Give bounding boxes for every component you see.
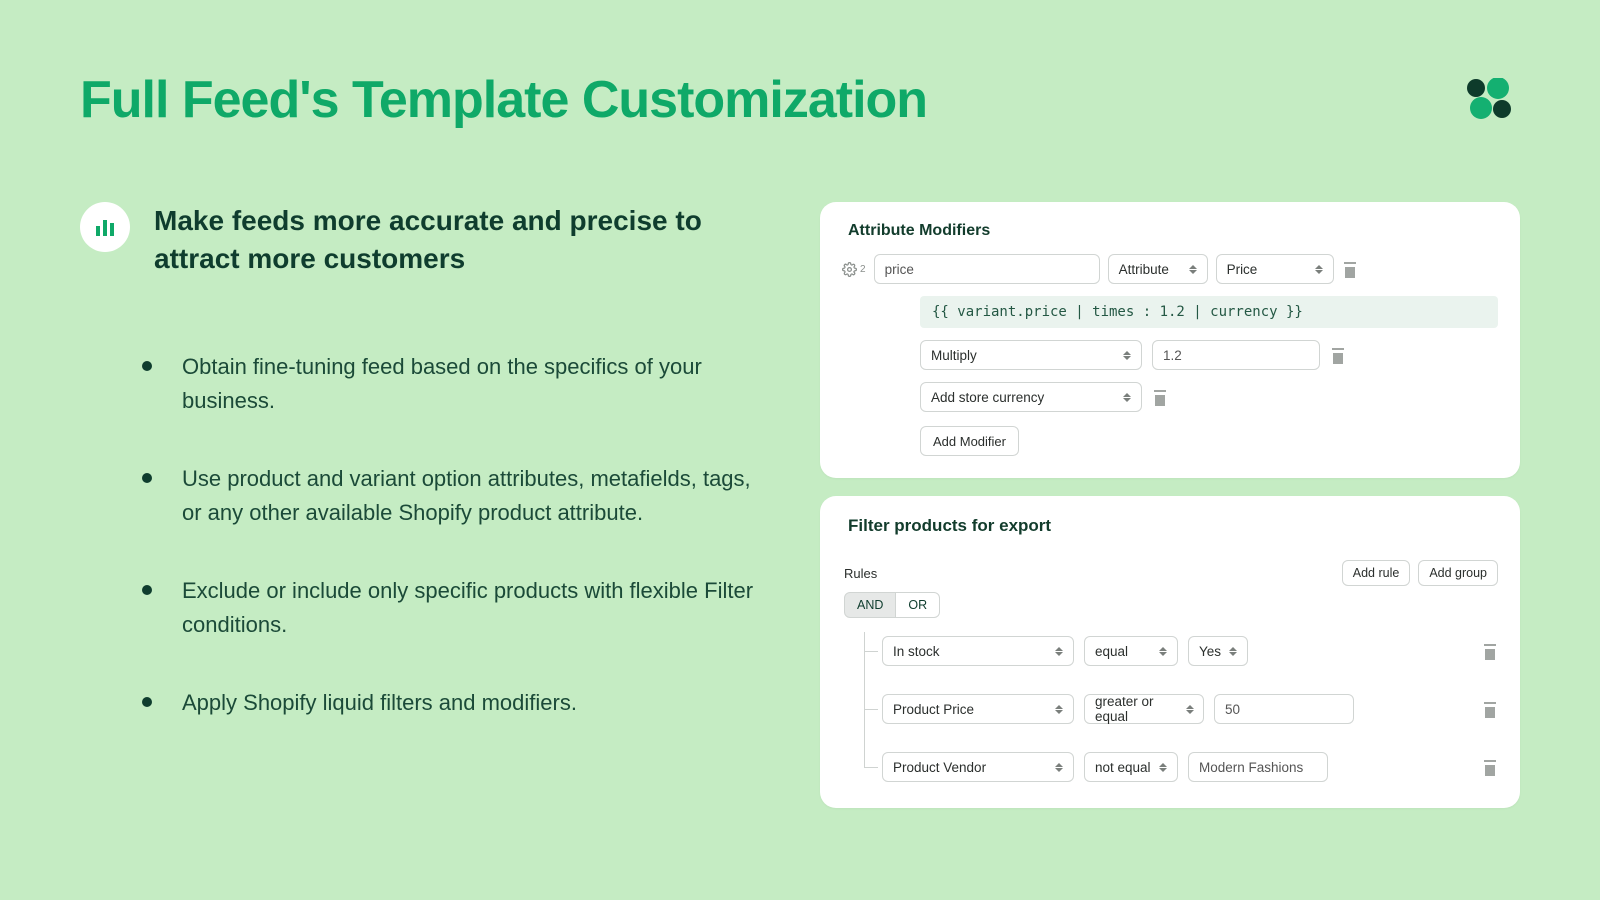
trash-icon[interactable] xyxy=(1342,260,1358,278)
gear-badge: 2 xyxy=(860,264,866,275)
field-name-input[interactable]: price xyxy=(874,254,1100,284)
rule-field-select[interactable]: In stock xyxy=(882,636,1074,666)
bullet-item: Obtain fine-tuning feed based on the spe… xyxy=(142,350,760,418)
attribute-modifiers-card: Attribute Modifiers 2 price Attribute xyxy=(820,202,1520,478)
rules-label: Rules xyxy=(844,566,877,581)
chevron-updown-icon xyxy=(1123,348,1133,362)
modifier-op2-select[interactable]: Add store currency xyxy=(920,382,1142,412)
add-rule-button[interactable]: Add rule xyxy=(1342,560,1411,586)
chevron-updown-icon xyxy=(1123,390,1133,404)
trash-icon[interactable] xyxy=(1482,700,1498,718)
rule-op-select[interactable]: not equal xyxy=(1084,752,1178,782)
app-logo xyxy=(1464,78,1512,125)
rule-value-input[interactable]: Modern Fashions xyxy=(1188,752,1328,782)
rule-field-select[interactable]: Product Price xyxy=(882,694,1074,724)
bullet-list: Obtain fine-tuning feed based on the spe… xyxy=(80,350,760,721)
add-group-button[interactable]: Add group xyxy=(1418,560,1498,586)
trash-icon[interactable] xyxy=(1482,642,1498,660)
chevron-updown-icon xyxy=(1186,702,1195,716)
modifier-value-input[interactable]: 1.2 xyxy=(1152,340,1320,370)
bullet-item: Use product and variant option attribute… xyxy=(142,462,760,530)
chevron-updown-icon xyxy=(1229,644,1239,658)
page-title: Full Feed's Template Customization xyxy=(80,70,1520,130)
chevron-updown-icon xyxy=(1159,760,1169,774)
liquid-code: {{ variant.price | times : 1.2 | currenc… xyxy=(920,296,1498,328)
chevron-updown-icon xyxy=(1055,644,1065,658)
rule-row: Product Vendor not equal Modern Fashions xyxy=(864,752,1498,782)
filter-card: Filter products for export Rules Add rul… xyxy=(820,496,1520,808)
trash-icon[interactable] xyxy=(1330,346,1346,364)
bullet-item: Exclude or include only specific product… xyxy=(142,574,760,642)
attribute-select[interactable]: Price xyxy=(1216,254,1334,284)
trash-icon[interactable] xyxy=(1482,758,1498,776)
rule-op-select[interactable]: greater or equal xyxy=(1084,694,1204,724)
chevron-updown-icon xyxy=(1055,702,1065,716)
rule-row: Product Price greater or equal 50 xyxy=(864,694,1498,724)
rule-row: In stock equal Yes xyxy=(864,636,1498,666)
rule-value-input[interactable]: 50 xyxy=(1214,694,1354,724)
rule-field-select[interactable]: Product Vendor xyxy=(882,752,1074,782)
card-title: Attribute Modifiers xyxy=(848,222,1498,240)
and-or-toggle[interactable]: AND OR xyxy=(844,592,1498,618)
lead-text: Make feeds more accurate and precise to … xyxy=(154,202,760,278)
chevron-updown-icon xyxy=(1055,760,1065,774)
gear-icon[interactable]: 2 xyxy=(842,262,866,277)
type-select[interactable]: Attribute xyxy=(1108,254,1208,284)
chevron-updown-icon xyxy=(1159,644,1169,658)
bullet-item: Apply Shopify liquid filters and modifie… xyxy=(142,686,760,720)
add-modifier-button[interactable]: Add Modifier xyxy=(920,426,1019,456)
chevron-updown-icon xyxy=(1189,262,1199,276)
chart-icon xyxy=(80,202,130,252)
card-title: Filter products for export xyxy=(848,516,1498,536)
rule-value-select[interactable]: Yes xyxy=(1188,636,1248,666)
rule-op-select[interactable]: equal xyxy=(1084,636,1178,666)
chevron-updown-icon xyxy=(1315,262,1325,276)
trash-icon[interactable] xyxy=(1152,388,1168,406)
modifier-op-select[interactable]: Multiply xyxy=(920,340,1142,370)
and-segment[interactable]: AND xyxy=(844,592,896,618)
or-segment[interactable]: OR xyxy=(896,592,940,618)
